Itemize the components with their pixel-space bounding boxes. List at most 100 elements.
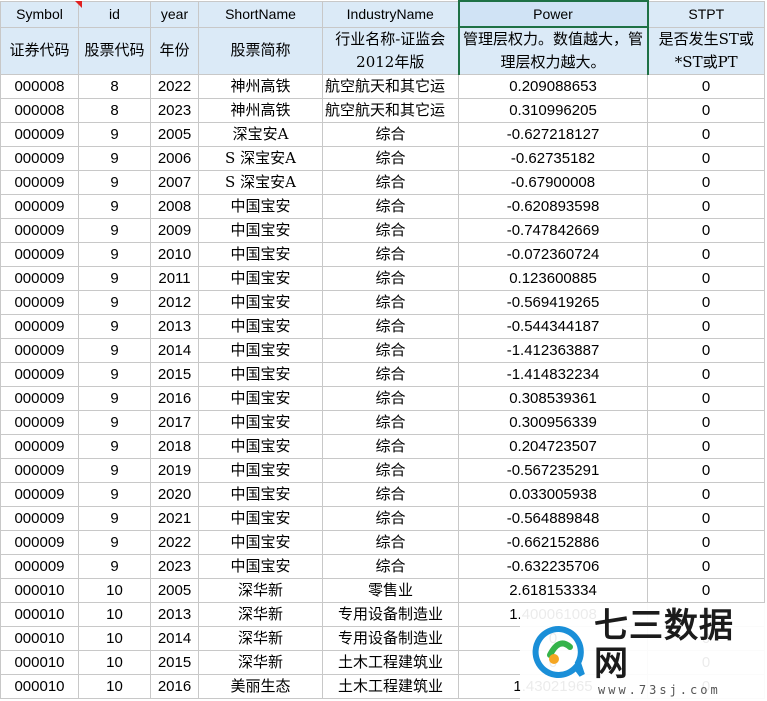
cell-power[interactable]: -0.662152886 <box>458 530 648 555</box>
cell-year[interactable]: 2022 <box>150 74 199 99</box>
cell-id[interactable]: 9 <box>78 194 151 219</box>
cell-stpt[interactable]: 0 <box>647 98 765 123</box>
cell-shortname[interactable]: 中国宝安 <box>198 554 323 579</box>
cell-stpt[interactable]: 0 <box>647 194 765 219</box>
desc-cell-symbol[interactable]: 证券代码 <box>0 26 79 75</box>
cell-industryname[interactable]: 专用设备制造业 <box>322 626 459 651</box>
cell-industryname[interactable]: 综合 <box>322 482 459 507</box>
cell-power[interactable]: -1.414832234 <box>458 362 648 387</box>
header-cell-year[interactable]: year <box>150 0 199 28</box>
cell-stpt[interactable]: 0 <box>647 74 765 99</box>
cell-symbol[interactable]: 000009 <box>0 362 79 387</box>
cell-power[interactable]: -0.620893598 <box>458 194 648 219</box>
header-cell-industryname[interactable]: IndustryName <box>322 0 459 28</box>
cell-id[interactable]: 9 <box>78 122 151 147</box>
cell-symbol[interactable]: 000009 <box>0 530 79 555</box>
cell-stpt[interactable]: 0 <box>647 242 765 267</box>
cell-symbol[interactable]: 000009 <box>0 458 79 483</box>
cell-symbol[interactable]: 000009 <box>0 434 79 459</box>
desc-cell-power[interactable]: 管理层权力。数值越大，管理层权力越大。 <box>457 26 649 75</box>
cell-year[interactable]: 2009 <box>150 218 199 243</box>
cell-id[interactable]: 9 <box>78 554 151 579</box>
cell-symbol[interactable]: 000010 <box>0 650 79 675</box>
cell-stpt[interactable]: 0 <box>647 482 765 507</box>
cell-id[interactable]: 8 <box>78 74 151 99</box>
cell-year[interactable]: 2016 <box>150 674 199 699</box>
desc-cell-stpt[interactable]: 是否发生ST或*ST或PT <box>647 26 765 75</box>
cell-year[interactable]: 2015 <box>150 650 199 675</box>
cell-symbol[interactable]: 000009 <box>0 194 79 219</box>
cell-shortname[interactable]: S 深宝安A <box>198 170 323 195</box>
header-cell-power[interactable]: Power <box>457 0 649 28</box>
cell-id[interactable]: 9 <box>78 170 151 195</box>
cell-stpt[interactable]: 0 <box>647 530 765 555</box>
cell-stpt[interactable]: 0 <box>647 506 765 531</box>
cell-shortname[interactable]: 中国宝安 <box>198 218 323 243</box>
cell-symbol[interactable]: 000009 <box>0 242 79 267</box>
cell-id[interactable]: 9 <box>78 314 151 339</box>
cell-industryname[interactable]: 综合 <box>322 290 459 315</box>
cell-id[interactable]: 9 <box>78 242 151 267</box>
cell-symbol[interactable]: 000009 <box>0 506 79 531</box>
cell-year[interactable]: 2015 <box>150 362 199 387</box>
cell-power[interactable]: -0.632235706 <box>458 554 648 579</box>
cell-industryname[interactable]: 综合 <box>322 386 459 411</box>
cell-power[interactable]: 0.033005938 <box>458 482 648 507</box>
cell-symbol[interactable]: 000009 <box>0 314 79 339</box>
cell-industryname[interactable]: 综合 <box>322 266 459 291</box>
cell-stpt[interactable]: 0 <box>647 434 765 459</box>
cell-shortname[interactable]: 中国宝安 <box>198 506 323 531</box>
cell-id[interactable]: 9 <box>78 434 151 459</box>
cell-year[interactable]: 2016 <box>150 386 199 411</box>
cell-power[interactable]: -0.569419265 <box>458 290 648 315</box>
cell-symbol[interactable]: 000009 <box>0 122 79 147</box>
cell-industryname[interactable]: 综合 <box>322 506 459 531</box>
cell-symbol[interactable]: 000009 <box>0 290 79 315</box>
cell-stpt[interactable]: 0 <box>647 146 765 171</box>
cell-shortname[interactable]: 深华新 <box>198 650 323 675</box>
header-cell-shortname[interactable]: ShortName <box>198 0 323 28</box>
cell-industryname[interactable]: 综合 <box>322 194 459 219</box>
cell-id[interactable]: 9 <box>78 482 151 507</box>
cell-shortname[interactable]: S 深宝安A <box>198 146 323 171</box>
cell-year[interactable]: 2019 <box>150 458 199 483</box>
cell-industryname[interactable]: 综合 <box>322 218 459 243</box>
cell-industryname[interactable]: 综合 <box>322 338 459 363</box>
cell-symbol[interactable]: 000010 <box>0 674 79 699</box>
cell-industryname[interactable]: 零售业 <box>322 578 459 603</box>
cell-power[interactable]: 0.204723507 <box>458 434 648 459</box>
cell-id[interactable]: 10 <box>78 578 151 603</box>
cell-id[interactable]: 10 <box>78 674 151 699</box>
cell-id[interactable]: 9 <box>78 146 151 171</box>
cell-shortname[interactable]: 神州高铁 <box>198 74 323 99</box>
cell-power[interactable]: -0.564889848 <box>458 506 648 531</box>
desc-cell-industryname[interactable]: 行业名称-证监会2012年版 <box>322 26 459 75</box>
cell-shortname[interactable]: 中国宝安 <box>198 290 323 315</box>
cell-shortname[interactable]: 中国宝安 <box>198 458 323 483</box>
cell-year[interactable]: 2013 <box>150 602 199 627</box>
header-cell-stpt[interactable]: STPT <box>647 0 765 28</box>
cell-shortname[interactable]: 中国宝安 <box>198 386 323 411</box>
cell-shortname[interactable]: 中国宝安 <box>198 362 323 387</box>
cell-shortname[interactable]: 中国宝安 <box>198 242 323 267</box>
cell-shortname[interactable]: 美丽生态 <box>198 674 323 699</box>
cell-stpt[interactable]: 0 <box>647 554 765 579</box>
cell-power[interactable]: -0.747842669 <box>458 218 648 243</box>
cell-id[interactable]: 9 <box>78 338 151 363</box>
cell-stpt[interactable]: 0 <box>647 386 765 411</box>
cell-power[interactable]: -0.544344187 <box>458 314 648 339</box>
cell-shortname[interactable]: 神州高铁 <box>198 98 323 123</box>
cell-year[interactable]: 2010 <box>150 242 199 267</box>
cell-symbol[interactable]: 000009 <box>0 146 79 171</box>
cell-year[interactable]: 2005 <box>150 578 199 603</box>
cell-shortname[interactable]: 深华新 <box>198 602 323 627</box>
cell-stpt[interactable]: 0 <box>647 266 765 291</box>
cell-industryname[interactable]: 综合 <box>322 146 459 171</box>
cell-industryname[interactable]: 综合 <box>322 410 459 435</box>
cell-industryname[interactable]: 综合 <box>322 530 459 555</box>
cell-power[interactable]: 2.618153334 <box>458 578 648 603</box>
header-cell-symbol[interactable]: Symbol <box>0 0 79 28</box>
cell-id[interactable]: 9 <box>78 506 151 531</box>
cell-year[interactable]: 2013 <box>150 314 199 339</box>
cell-industryname[interactable]: 综合 <box>322 314 459 339</box>
